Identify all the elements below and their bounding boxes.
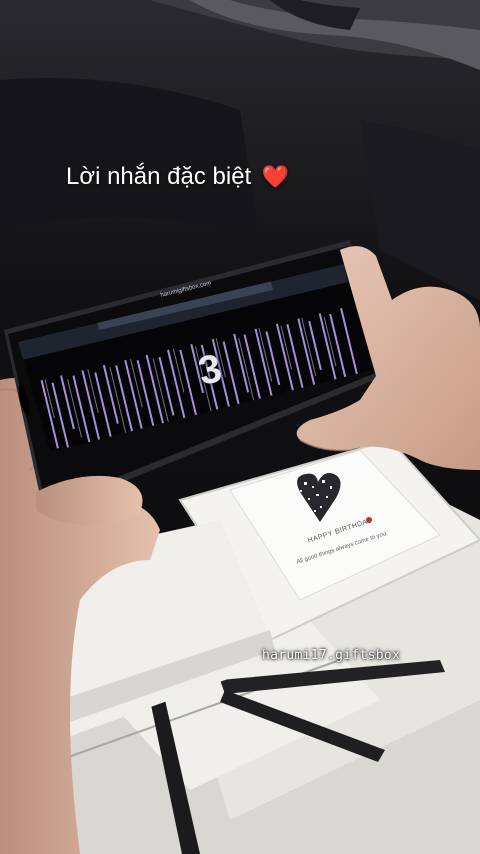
watermark-handle: harumi17.giftsbox	[262, 648, 401, 663]
heart-icon: ❤️	[261, 164, 290, 189]
caption-text: Lời nhắn đặc biệt	[66, 163, 252, 190]
watermark: harumi17.giftsbox	[262, 648, 400, 663]
caption-overlay: Lời nhắn đặc biệt ❤️	[66, 163, 289, 191]
photo-scene	[0, 0, 480, 854]
